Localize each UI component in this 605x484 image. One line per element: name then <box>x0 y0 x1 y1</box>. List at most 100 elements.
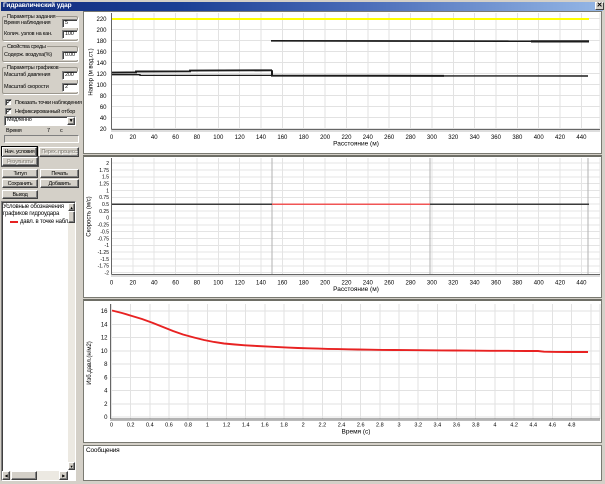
svg-text:300: 300 <box>427 280 438 286</box>
svg-text:60: 60 <box>172 135 179 141</box>
svg-text:120: 120 <box>235 135 246 141</box>
svg-text:20: 20 <box>130 280 137 286</box>
svg-text:180: 180 <box>299 280 310 286</box>
svg-text:140: 140 <box>256 135 267 141</box>
svg-text:400: 400 <box>534 135 545 141</box>
svg-text:0.4: 0.4 <box>146 423 154 429</box>
svg-text:14: 14 <box>101 322 108 328</box>
svg-text:280: 280 <box>406 280 417 286</box>
svg-text:320: 320 <box>448 135 459 141</box>
svg-text:0.8: 0.8 <box>184 423 192 429</box>
svg-text:2: 2 <box>104 402 108 408</box>
svg-text:420: 420 <box>555 135 566 141</box>
svg-text:200: 200 <box>96 28 107 34</box>
svg-text:420: 420 <box>555 280 566 286</box>
svg-text:1.4: 1.4 <box>242 423 250 429</box>
svg-text:260: 260 <box>384 135 395 141</box>
svg-text:1.8: 1.8 <box>280 423 288 429</box>
svg-text:-0.25: -0.25 <box>98 222 110 228</box>
svg-text:1: 1 <box>106 188 109 194</box>
svg-text:Время (с): Время (с) <box>342 429 371 436</box>
svg-text:20: 20 <box>130 135 137 141</box>
svg-text:1.6: 1.6 <box>261 423 269 429</box>
svg-text:60: 60 <box>100 105 107 111</box>
svg-text:1.2: 1.2 <box>223 423 231 429</box>
svg-text:2.8: 2.8 <box>376 423 384 429</box>
svg-text:12: 12 <box>101 336 108 342</box>
svg-text:3.4: 3.4 <box>434 423 442 429</box>
svg-text:80: 80 <box>194 135 201 141</box>
svg-text:0.75: 0.75 <box>99 195 109 201</box>
svg-text:100: 100 <box>96 83 107 89</box>
svg-text:1: 1 <box>206 423 209 429</box>
svg-text:0: 0 <box>110 280 114 286</box>
svg-text:380: 380 <box>512 135 523 141</box>
svg-text:0: 0 <box>110 135 114 141</box>
svg-text:3.2: 3.2 <box>414 423 422 429</box>
svg-text:Изб.давл.(н/м2): Изб.давл.(н/м2) <box>87 341 93 385</box>
svg-text:0.6: 0.6 <box>165 423 173 429</box>
svg-text:Скорость (м/с): Скорость (м/с) <box>87 196 93 236</box>
svg-text:-0.75: -0.75 <box>98 236 110 242</box>
svg-text:Расстояние (м): Расстояние (м) <box>333 286 379 293</box>
svg-text:0.5: 0.5 <box>102 202 109 208</box>
svg-text:Расстояние (м): Расстояние (м) <box>333 141 379 148</box>
svg-text:40: 40 <box>100 116 107 122</box>
svg-text:260: 260 <box>384 280 395 286</box>
svg-text:80: 80 <box>100 94 107 100</box>
svg-text:180: 180 <box>299 135 310 141</box>
svg-text:4.2: 4.2 <box>510 423 518 429</box>
svg-text:100: 100 <box>213 135 224 141</box>
svg-text:140: 140 <box>256 280 267 286</box>
svg-text:16: 16 <box>101 309 108 315</box>
svg-text:160: 160 <box>96 50 107 56</box>
svg-text:6: 6 <box>104 375 108 381</box>
svg-text:220: 220 <box>96 17 107 23</box>
svg-text:4: 4 <box>493 423 496 429</box>
svg-text:10: 10 <box>101 349 108 355</box>
svg-text:100: 100 <box>213 280 224 286</box>
svg-text:200: 200 <box>320 280 331 286</box>
svg-text:340: 340 <box>470 135 481 141</box>
svg-text:360: 360 <box>491 135 502 141</box>
svg-text:40: 40 <box>151 135 158 141</box>
svg-text:0: 0 <box>106 215 109 221</box>
svg-text:1.75: 1.75 <box>99 167 109 173</box>
svg-text:-1.5: -1.5 <box>100 256 109 262</box>
svg-text:340: 340 <box>470 280 481 286</box>
svg-text:4.4: 4.4 <box>529 423 537 429</box>
svg-text:4: 4 <box>104 389 108 395</box>
svg-text:0.25: 0.25 <box>99 208 109 214</box>
svg-text:8: 8 <box>104 362 108 368</box>
svg-text:440: 440 <box>576 280 587 286</box>
svg-text:1.25: 1.25 <box>99 181 109 187</box>
svg-text:2.2: 2.2 <box>319 423 327 429</box>
svg-text:180: 180 <box>96 39 107 45</box>
svg-text:60: 60 <box>172 280 179 286</box>
svg-text:1.5: 1.5 <box>102 174 109 180</box>
svg-text:-1: -1 <box>105 243 110 249</box>
svg-text:200: 200 <box>320 135 331 141</box>
svg-text:-2: -2 <box>105 270 110 276</box>
svg-text:280: 280 <box>406 135 417 141</box>
svg-text:20: 20 <box>100 127 107 133</box>
svg-text:-1.25: -1.25 <box>98 249 110 255</box>
svg-text:-1.75: -1.75 <box>98 263 110 269</box>
svg-text:40: 40 <box>151 280 158 286</box>
svg-text:160: 160 <box>277 135 288 141</box>
svg-text:80: 80 <box>194 280 201 286</box>
svg-text:3.8: 3.8 <box>472 423 480 429</box>
svg-text:120: 120 <box>235 280 246 286</box>
svg-text:3: 3 <box>398 423 401 429</box>
svg-text:2: 2 <box>106 160 109 166</box>
svg-text:300: 300 <box>427 135 438 141</box>
svg-text:140: 140 <box>96 61 107 67</box>
svg-text:0.2: 0.2 <box>127 423 135 429</box>
svg-text:120: 120 <box>96 72 107 78</box>
svg-text:160: 160 <box>277 280 288 286</box>
svg-text:2: 2 <box>302 423 305 429</box>
svg-text:0: 0 <box>104 415 108 421</box>
svg-text:3.6: 3.6 <box>453 423 461 429</box>
svg-text:4.6: 4.6 <box>549 423 557 429</box>
svg-text:-0.5: -0.5 <box>100 229 109 235</box>
